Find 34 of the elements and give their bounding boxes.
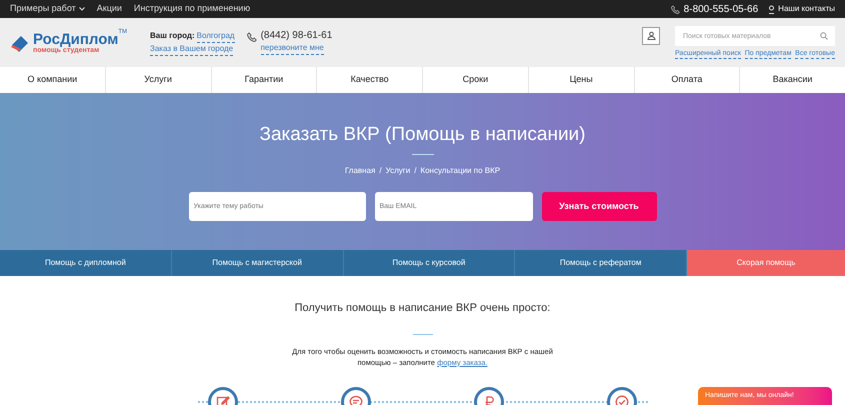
get-price-button[interactable]: Узнать стоимость: [542, 192, 656, 221]
service-tab[interactable]: Помощь с магистерской: [172, 250, 344, 276]
breadcrumb-link[interactable]: Услуги: [386, 165, 410, 177]
breadcrumb-separator: /: [379, 165, 382, 177]
callback-link[interactable]: перезвоните мне: [260, 42, 324, 55]
breadcrumb-separator: /: [414, 165, 416, 177]
phone-icon: [670, 4, 680, 14]
caret-icon: [78, 7, 85, 11]
city-label: Ваш город:: [150, 30, 195, 42]
pencil-icon: [216, 394, 230, 405]
service-tab[interactable]: Помощь с рефератом: [515, 250, 687, 276]
breadcrumb-link[interactable]: Главная: [344, 165, 376, 177]
phone-number: 8-800-555-05-66: [684, 2, 758, 16]
speech-bubble-icon: [348, 394, 363, 405]
logo-diploma-icon: [10, 34, 30, 52]
service-tab[interactable]: Помощь с дипломной: [0, 250, 172, 276]
search-icon[interactable]: [820, 32, 828, 40]
top-link[interactable]: Акции: [96, 2, 122, 16]
header-phone: (8442) 98-61-61: [260, 30, 332, 42]
nav-item[interactable]: Вакансии: [740, 67, 845, 93]
service-tab[interactable]: Помощь с курсовой: [344, 250, 516, 276]
city-link[interactable]: Волгоград: [196, 30, 235, 42]
breadcrumb-link[interactable]: Консультации по ВКР: [420, 165, 500, 177]
phone-icon: [246, 32, 257, 42]
top-link[interactable]: Инструкция по применению: [134, 2, 250, 16]
city-order-link[interactable]: Заказ в Вашем городе: [150, 42, 234, 56]
account-button[interactable]: [642, 26, 660, 44]
top-link[interactable]: Примеры работ: [10, 2, 85, 16]
page-title: Заказать ВКР (Помощь в написании): [260, 125, 586, 144]
user-icon: [646, 31, 656, 40]
logo-text: РосДиплом: [33, 32, 118, 46]
section-heading: Получить помощь в написание ВКР очень просто:: [294, 301, 550, 316]
service-tab[interactable]: Скорая помощь: [687, 250, 845, 276]
contacts-link[interactable]: Наши контакты: [768, 3, 835, 15]
